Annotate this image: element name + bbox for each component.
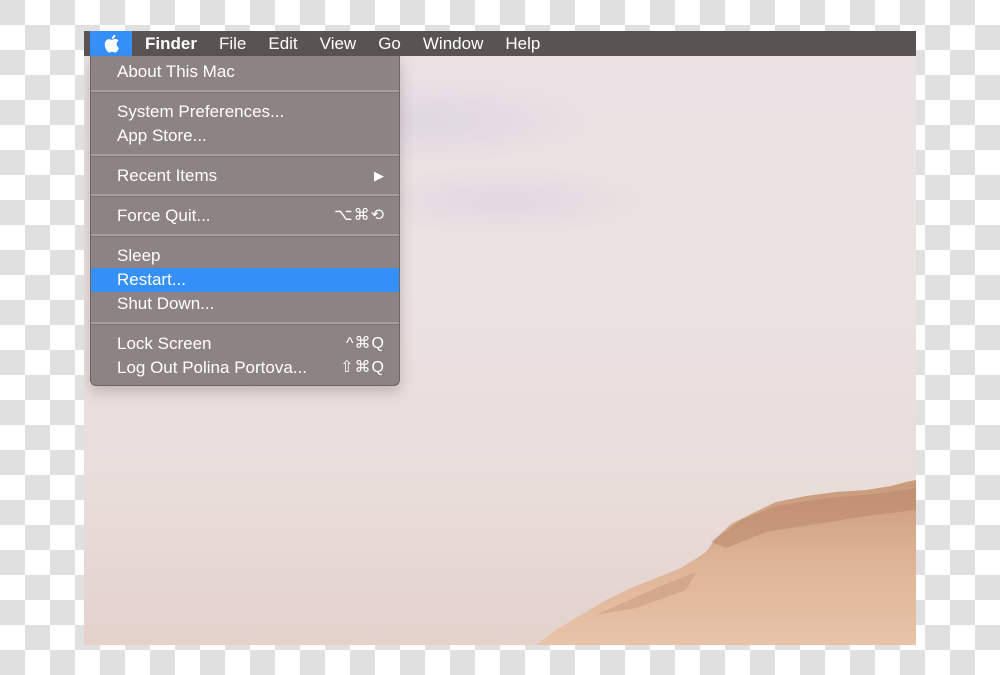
menu-item-label: Recent Items bbox=[117, 166, 218, 185]
menu-window[interactable]: Window bbox=[412, 31, 494, 56]
menu-item-label: Shut Down... bbox=[117, 294, 215, 313]
menu-separator bbox=[91, 322, 399, 325]
menu-item-about-this-mac[interactable]: About This Mac bbox=[91, 60, 399, 84]
menu-bar: Finder File Edit View Go Window Help bbox=[84, 31, 916, 56]
menu-item-log-out[interactable]: Log Out Polina Portova... ⇧⌘Q bbox=[91, 356, 399, 380]
desktop-wallpaper-mountain bbox=[536, 480, 916, 645]
apple-logo-icon bbox=[104, 34, 119, 53]
menu-item-label: App Store... bbox=[117, 126, 207, 145]
menu-help[interactable]: Help bbox=[494, 31, 551, 56]
menu-item-label: About This Mac bbox=[117, 62, 235, 81]
menu-item-label: Force Quit... bbox=[117, 206, 211, 225]
menu-separator bbox=[91, 90, 399, 93]
keyboard-shortcut: ⌥⌘⟲ bbox=[334, 207, 385, 224]
menu-edit[interactable]: Edit bbox=[257, 31, 308, 56]
menu-separator bbox=[91, 234, 399, 237]
desktop-screen: Finder File Edit View Go Window Help Abo… bbox=[84, 31, 916, 645]
menu-item-label: Lock Screen bbox=[117, 334, 212, 353]
menu-item-shut-down[interactable]: Shut Down... bbox=[91, 292, 399, 316]
menu-item-recent-items[interactable]: Recent Items ▶ bbox=[91, 164, 399, 188]
menu-item-system-preferences[interactable]: System Preferences... bbox=[91, 100, 399, 124]
menu-finder[interactable]: Finder bbox=[132, 31, 208, 56]
menu-item-restart[interactable]: Restart... bbox=[91, 268, 399, 292]
menu-item-sleep[interactable]: Sleep bbox=[91, 244, 399, 268]
apple-menu-button[interactable] bbox=[90, 31, 132, 56]
menu-item-label: System Preferences... bbox=[117, 102, 285, 121]
menu-item-label: Restart... bbox=[117, 270, 186, 289]
submenu-arrow-icon: ▶ bbox=[374, 168, 385, 183]
menu-view[interactable]: View bbox=[309, 31, 368, 56]
menu-separator bbox=[91, 194, 399, 197]
menu-go[interactable]: Go bbox=[367, 31, 412, 56]
menu-item-lock-screen[interactable]: Lock Screen ^⌘Q bbox=[91, 332, 399, 356]
menu-file[interactable]: File bbox=[208, 31, 257, 56]
menu-item-force-quit[interactable]: Force Quit... ⌥⌘⟲ bbox=[91, 204, 399, 228]
keyboard-shortcut: ⇧⌘Q bbox=[340, 359, 385, 376]
menu-item-label: Sleep bbox=[117, 246, 161, 265]
apple-dropdown-menu: About This Mac System Preferences... App… bbox=[90, 56, 400, 386]
keyboard-shortcut: ^⌘Q bbox=[346, 335, 385, 352]
menu-item-label: Log Out Polina Portova... bbox=[117, 358, 307, 377]
menu-separator bbox=[91, 154, 399, 157]
menu-item-app-store[interactable]: App Store... bbox=[91, 124, 399, 148]
